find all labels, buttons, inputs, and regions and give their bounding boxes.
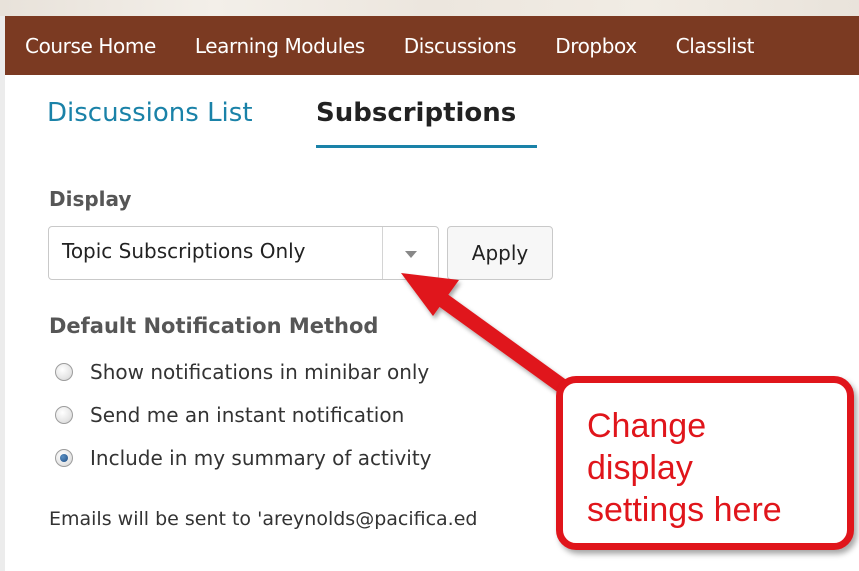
nav-discussions[interactable]: Discussions (404, 34, 517, 58)
annotation-callout: Change display settings here (556, 376, 854, 550)
display-label: Display (49, 187, 132, 211)
apply-button[interactable]: Apply (447, 226, 553, 280)
notification-method-label: Default Notification Method (49, 314, 379, 338)
nav-course-home[interactable]: Course Home (25, 34, 156, 58)
radio-label: Send me an instant notification (90, 403, 405, 427)
radio-button[interactable] (55, 363, 73, 381)
radio-option-summary[interactable]: Include in my summary of activity (55, 444, 432, 472)
course-navbar: Course Home Learning Modules Discussions… (5, 16, 859, 75)
nav-classlist[interactable]: Classlist (676, 34, 755, 58)
nav-learning-modules[interactable]: Learning Modules (195, 34, 365, 58)
tab-discussions-list[interactable]: Discussions List (47, 98, 253, 128)
radio-button-selected[interactable] (55, 449, 73, 467)
radio-button[interactable] (55, 406, 73, 424)
chevron-down-icon[interactable] (405, 251, 417, 258)
radio-option-instant[interactable]: Send me an instant notification (55, 401, 404, 429)
radio-option-minibar[interactable]: Show notifications in minibar only (55, 358, 429, 386)
select-divider (382, 227, 383, 279)
top-window-strip (0, 0, 859, 16)
active-tab-indicator (316, 145, 537, 148)
display-select[interactable]: Topic Subscriptions Only (48, 226, 439, 280)
email-note: Emails will be sent to 'areynolds@pacifi… (49, 508, 478, 530)
tab-subscriptions[interactable]: Subscriptions (316, 98, 516, 128)
display-select-value: Topic Subscriptions Only (62, 239, 306, 263)
left-edge (0, 16, 5, 571)
radio-label: Include in my summary of activity (90, 446, 432, 470)
nav-dropbox[interactable]: Dropbox (555, 34, 637, 58)
radio-label: Show notifications in minibar only (90, 360, 430, 384)
callout-text: Change display settings here (587, 407, 782, 529)
